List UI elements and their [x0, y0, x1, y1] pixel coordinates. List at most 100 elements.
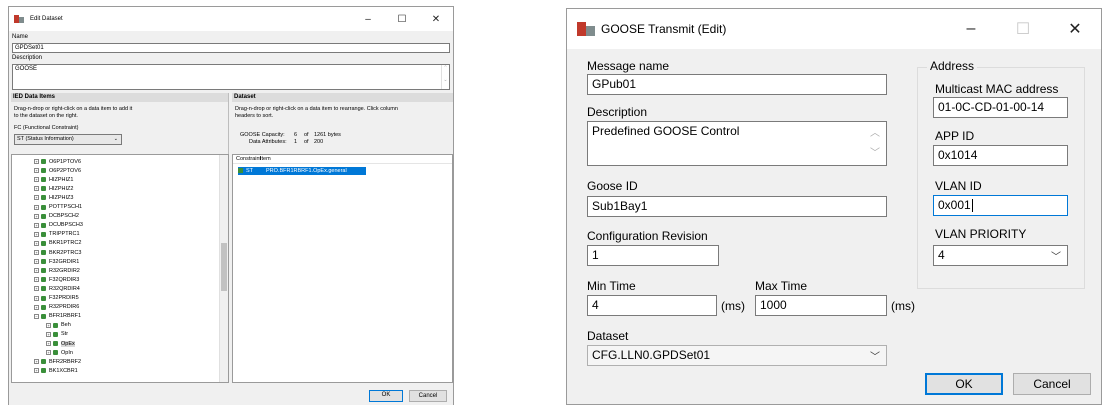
tree-item[interactable]: + DCBPSCH2	[34, 213, 79, 220]
tree-item[interactable]: + O6P2PTOV6	[34, 167, 81, 174]
window-title: Edit Dataset	[30, 16, 63, 22]
expand-icon[interactable]: +	[34, 222, 39, 228]
expand-icon[interactable]: +	[34, 368, 39, 374]
tree-item[interactable]: + BK1XCBR1	[34, 367, 78, 374]
dataset-list[interactable]: Constraint Item ST PRO.BFR1RBRF1.OpEx.ge…	[232, 154, 453, 383]
tree-item[interactable]: + R32GRDIR2	[34, 267, 80, 274]
tree-item[interactable]: + HIZPHIZ1	[34, 176, 73, 183]
text-cursor	[971, 199, 973, 213]
address-group-label: Address	[927, 59, 978, 73]
tree-item[interactable]: + OpIn	[46, 349, 73, 356]
expand-icon[interactable]: +	[34, 268, 39, 274]
dataset-row[interactable]: ST PRO.BFR1RBRF1.OpEx.general	[238, 167, 366, 175]
tree-item[interactable]: − BFR1RBRF1	[34, 313, 81, 320]
expand-icon[interactable]: +	[34, 231, 39, 237]
expand-icon[interactable]: +	[34, 359, 39, 365]
scroll-up-icon[interactable]: ︿	[870, 126, 880, 141]
app-id-input[interactable]: 0x1014	[933, 145, 1068, 166]
fc-value: ST (Status Information)	[17, 136, 74, 142]
cancel-button[interactable]: Cancel	[1013, 373, 1091, 395]
min-time-input[interactable]: 4	[587, 295, 717, 316]
expand-icon[interactable]: +	[34, 159, 39, 164]
expand-icon[interactable]: +	[34, 277, 39, 283]
vlan-id-input[interactable]: 0x001	[933, 195, 1068, 216]
expand-icon[interactable]: +	[34, 168, 39, 174]
ied-tree[interactable]: + O6P1PTOV6 + O6P2PTOV6 + HIZPHIZ1 + HIZPHIZ2 + H…	[11, 154, 229, 383]
expand-icon[interactable]: +	[46, 341, 51, 346]
mac-label: Multicast MAC address	[935, 82, 1059, 96]
tree-item[interactable]: + HIZPHIZ2	[34, 185, 73, 192]
expand-icon[interactable]: +	[46, 331, 51, 337]
description-input[interactable]: GOOSE ⌃ ⌄	[12, 64, 450, 90]
expand-icon[interactable]: +	[34, 240, 39, 246]
data-node-icon	[41, 295, 46, 301]
tree-item-label: BFR2RBRF2	[49, 358, 82, 365]
ok-button[interactable]: OK	[369, 390, 403, 402]
tree-scroll-thumb[interactable]	[221, 243, 227, 291]
expand-icon[interactable]: +	[34, 186, 39, 192]
mac-input[interactable]: 01-0C-CD-01-00-14	[933, 97, 1068, 118]
tree-item-label: BFR1RBRF1	[49, 313, 82, 320]
maximize-icon[interactable]: ☐	[385, 14, 419, 25]
max-time-input[interactable]: 1000	[755, 295, 887, 316]
title-bar: GOOSE Transmit (Edit) – ☐ ✕	[567, 9, 1101, 49]
tree-item[interactable]: + BFR2RBRF2	[34, 358, 81, 365]
dataset-dropdown[interactable]: CFG.LLN0.GPDSet01 ﹀	[587, 345, 887, 366]
tree-item[interactable]: + R32PRDIR6	[34, 304, 79, 311]
expand-icon[interactable]: +	[46, 322, 51, 328]
collapse-icon[interactable]: −	[34, 313, 39, 319]
tree-item[interactable]: + F32QRDIR3	[34, 276, 79, 283]
vlan-priority-value: 4	[938, 248, 945, 262]
expand-icon[interactable]: +	[34, 213, 39, 219]
tree-item[interactable]: + F32PRDIR5	[34, 295, 79, 302]
expand-icon[interactable]: +	[34, 250, 39, 255]
message-name-input[interactable]: GPub01	[587, 74, 887, 95]
ok-button[interactable]: OK	[925, 373, 1003, 395]
tree-item[interactable]: + Str	[46, 331, 68, 338]
vlan-priority-dropdown[interactable]: 4 ﹀	[933, 245, 1068, 266]
tree-item[interactable]: + R32QRDIR4	[34, 285, 80, 292]
tree-item-label: O6P1PTOV6	[49, 158, 81, 165]
fc-dropdown[interactable]: ST (Status Information) ⌄	[14, 134, 122, 145]
column-constraint[interactable]: Constraint	[236, 156, 261, 162]
goose-id-input[interactable]: Sub1Bay1	[587, 196, 887, 217]
expand-icon[interactable]: +	[46, 350, 51, 356]
description-input[interactable]: Predefined GOOSE Control ︿ ﹀	[587, 121, 887, 166]
cancel-button[interactable]: Cancel	[409, 390, 447, 402]
expand-icon[interactable]: +	[34, 304, 39, 310]
tree-item-label: HIZPHIZ2	[49, 185, 74, 192]
config-revision-label: Configuration Revision	[587, 229, 708, 243]
tree-item[interactable]: + POTTPSCH1	[34, 204, 82, 211]
tree-item-label: R32QRDIR4	[49, 285, 80, 292]
data-node-icon	[41, 359, 46, 365]
expand-icon[interactable]: +	[34, 195, 39, 201]
close-icon[interactable]: ✕	[419, 14, 453, 25]
close-icon[interactable]: ✕	[1049, 19, 1101, 39]
tree-item[interactable]: + TRIPPTRC1	[34, 231, 80, 238]
expand-icon[interactable]: +	[34, 295, 39, 301]
message-name-label: Message name	[587, 59, 670, 73]
expand-icon[interactable]: +	[34, 204, 39, 210]
expand-icon[interactable]: +	[34, 259, 39, 265]
tree-item[interactable]: + F32GRDIR1	[34, 258, 79, 265]
minimize-icon[interactable]: –	[351, 14, 385, 25]
tree-item[interactable]: + Beh	[46, 322, 71, 329]
config-revision-input[interactable]: 1	[587, 245, 719, 266]
description-label: Description	[587, 105, 648, 119]
expand-icon[interactable]: +	[34, 286, 39, 292]
tree-item-label: BK1XCBR1	[49, 367, 78, 374]
description-scrollbar[interactable]: ⌃ ⌄	[441, 65, 449, 89]
minimize-icon[interactable]: –	[945, 20, 997, 38]
tree-item[interactable]: + OpEx	[46, 340, 75, 347]
tree-item[interactable]: + O6P1PTOV6	[34, 158, 81, 165]
tree-scrollbar[interactable]	[219, 155, 228, 382]
attributes-max: 200	[314, 139, 324, 145]
column-item[interactable]: Item	[260, 156, 271, 162]
expand-icon[interactable]: +	[34, 177, 39, 183]
tree-item[interactable]: + HIZPHIZ3	[34, 194, 73, 201]
tree-item[interactable]: + BKR1PTRC2	[34, 240, 81, 247]
tree-item[interactable]: + DCUBPSCH3	[34, 222, 83, 229]
tree-item[interactable]: + BKR2PTRC3	[34, 249, 81, 256]
scroll-down-icon[interactable]: ﹀	[870, 146, 880, 161]
name-input[interactable]: GPDSet01	[12, 43, 450, 53]
